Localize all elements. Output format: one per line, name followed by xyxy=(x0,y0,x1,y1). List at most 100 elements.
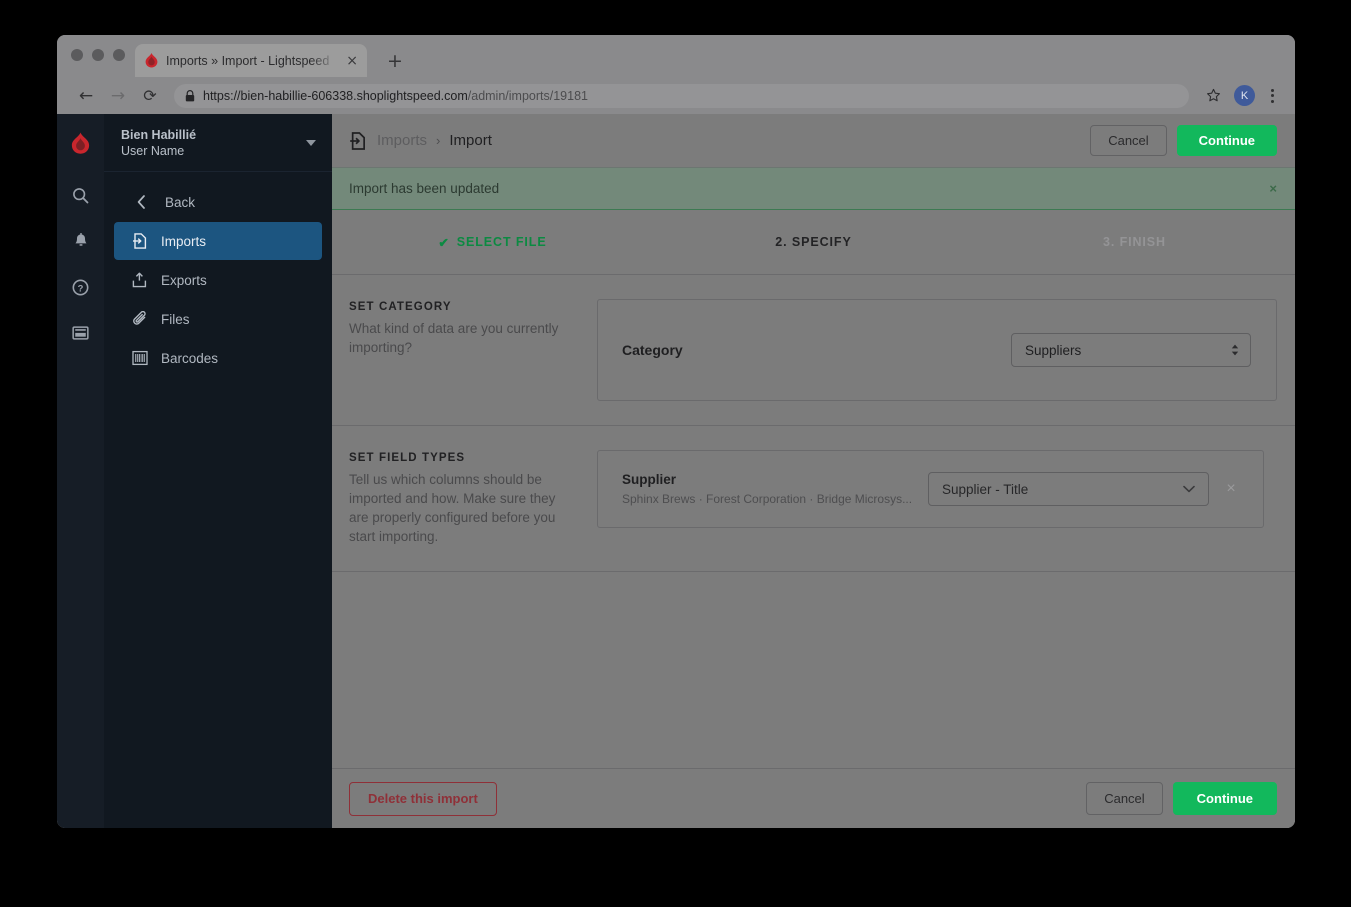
sidebar-item-label: Files xyxy=(161,311,190,327)
step-label: 2. SPECIFY xyxy=(775,235,852,249)
bookmark-star-icon[interactable] xyxy=(1199,83,1227,109)
breadcrumb-separator: › xyxy=(436,133,441,148)
forward-button[interactable]: → xyxy=(102,82,134,110)
sidebar-item-label: Exports xyxy=(161,272,207,288)
lightspeed-flame-icon xyxy=(144,53,158,68)
reload-button[interactable]: ⟳ xyxy=(134,82,166,110)
field-info: Supplier Sphinx Brews · Forest Corporati… xyxy=(622,472,914,506)
field-mapping-value: Supplier - Title xyxy=(942,481,1029,497)
section-set-field-types: SET FIELD TYPES Tell us which columns sh… xyxy=(332,426,1295,572)
sidebar-item-label: Barcodes xyxy=(161,350,219,366)
minimize-window-button[interactable] xyxy=(92,49,104,61)
category-select-value: Suppliers xyxy=(1025,342,1082,358)
sidebar-item-label: Imports xyxy=(161,233,207,249)
sidebar-item-exports[interactable]: Exports xyxy=(114,261,322,299)
shop-name: Bien Habillié xyxy=(121,127,197,142)
sidebar-nav: Back Imports Exports Files Barcodes xyxy=(104,172,332,378)
shop-switcher-text: Bien Habillié User Name xyxy=(121,127,306,159)
continue-button-bottom[interactable]: Continue xyxy=(1172,782,1277,815)
paperclip-icon xyxy=(131,311,148,327)
section-title: SET FIELD TYPES xyxy=(349,452,466,464)
browser-toolbar: ← → ⟳ https://bien-habillie-606338.shopl… xyxy=(57,77,1295,114)
back-button[interactable]: ← xyxy=(70,82,102,110)
browser-tab[interactable]: Imports » Import - Lightspeed × xyxy=(135,44,367,77)
section-description: Tell us which columns should be imported… xyxy=(349,472,556,545)
continue-button-top[interactable]: Continue xyxy=(1176,125,1277,156)
import-file-icon xyxy=(349,131,366,150)
breadcrumb-link-imports[interactable]: Imports xyxy=(377,132,427,149)
close-icon[interactable]: × xyxy=(1269,181,1277,196)
delete-import-button[interactable]: Delete this import xyxy=(349,781,497,816)
step-select-file[interactable]: ✔ SELECT FILE xyxy=(332,235,653,250)
success-alert: Import has been updated × xyxy=(332,168,1295,210)
search-icon[interactable] xyxy=(57,172,104,218)
field-types-panel: Supplier Sphinx Brews · Forest Corporati… xyxy=(597,450,1264,528)
section-header: SET FIELD TYPES Tell us which columns sh… xyxy=(349,450,597,547)
sort-arrows-icon xyxy=(1231,344,1239,356)
address-bar-url: https://bien-habillie-606338.shoplightsp… xyxy=(203,89,588,103)
alert-message: Import has been updated xyxy=(349,181,500,196)
section-title: SET CATEGORY xyxy=(349,301,452,313)
sidebar-item-imports[interactable]: Imports xyxy=(114,222,322,260)
chevron-left-icon xyxy=(133,195,150,209)
remove-field-button[interactable]: × xyxy=(1223,480,1239,498)
breadcrumb: Imports › Import xyxy=(377,132,492,149)
browser-menu-button[interactable] xyxy=(1262,83,1282,109)
section-set-category: SET CATEGORY What kind of data are you c… xyxy=(332,275,1295,426)
category-select[interactable]: Suppliers xyxy=(1011,333,1251,367)
section-body: Category Suppliers xyxy=(597,299,1277,401)
lock-icon xyxy=(185,89,195,102)
barcode-icon xyxy=(131,350,148,366)
icon-rail: ? xyxy=(57,114,104,828)
shop-switcher[interactable]: Bien Habillié User Name xyxy=(104,114,332,172)
page-header: Imports › Import Cancel Continue xyxy=(332,114,1295,168)
url-host: https://bien-habillie-606338.shoplightsp… xyxy=(203,88,468,103)
new-tab-button[interactable]: + xyxy=(387,52,403,71)
field-mapping-select[interactable]: Supplier - Title xyxy=(928,472,1209,506)
svg-text:?: ? xyxy=(78,283,84,294)
section-header: SET CATEGORY What kind of data are you c… xyxy=(349,299,597,401)
section-description: What kind of data are you currently impo… xyxy=(349,321,559,356)
page-title: Import xyxy=(449,132,492,149)
lightspeed-flame-icon[interactable] xyxy=(71,114,90,172)
register-icon[interactable] xyxy=(57,310,104,356)
window-traffic-lights xyxy=(71,49,125,61)
sidebar-item-back[interactable]: Back xyxy=(114,183,322,221)
step-specify[interactable]: 2. SPECIFY xyxy=(653,235,974,249)
cancel-button-bottom[interactable]: Cancel xyxy=(1086,782,1163,815)
help-circle-icon[interactable]: ? xyxy=(57,264,104,310)
step-label: 3. FINISH xyxy=(1103,235,1166,249)
browser-window: Imports » Import - Lightspeed × + ← → ⟳ … xyxy=(57,35,1295,828)
toolbar-right-actions: K xyxy=(1199,83,1282,109)
avatar[interactable]: K xyxy=(1234,85,1255,106)
category-panel: Category Suppliers xyxy=(597,299,1277,401)
main-content: Imports › Import Cancel Continue Import … xyxy=(332,114,1295,828)
user-name: User Name xyxy=(121,143,185,158)
header-actions: Cancel Continue xyxy=(1090,125,1277,156)
chevron-down-icon xyxy=(1183,485,1195,493)
cancel-button-top[interactable]: Cancel xyxy=(1090,125,1167,156)
address-bar[interactable]: https://bien-habillie-606338.shoplightsp… xyxy=(174,83,1189,108)
sidebar-item-label: Back xyxy=(165,194,196,210)
bell-icon[interactable] xyxy=(57,218,104,264)
close-window-button[interactable] xyxy=(71,49,83,61)
url-path: /admin/imports/19181 xyxy=(467,88,588,103)
browser-tab-strip: Imports » Import - Lightspeed × + xyxy=(57,35,1295,77)
sidebar-item-barcodes[interactable]: Barcodes xyxy=(114,339,322,377)
browser-tab-title: Imports » Import - Lightspeed xyxy=(166,53,330,68)
close-tab-button[interactable]: × xyxy=(346,54,358,68)
step-finish: 3. FINISH xyxy=(974,235,1295,249)
check-icon: ✔ xyxy=(438,235,450,250)
field-column-name: Supplier xyxy=(622,472,677,487)
page-viewport: ? Bien Habillié User Name Back Imports E… xyxy=(57,114,1295,828)
category-label: Category xyxy=(622,342,683,358)
category-row: Category Suppliers xyxy=(598,300,1276,400)
footer-actions: Cancel Continue xyxy=(1086,782,1277,815)
wizard-steps: ✔ SELECT FILE 2. SPECIFY 3. FINISH xyxy=(332,210,1295,275)
sidebar-item-files[interactable]: Files xyxy=(114,300,322,338)
sidebar: Bien Habillié User Name Back Imports Exp… xyxy=(104,114,332,828)
field-mapping-row: Supplier Sphinx Brews · Forest Corporati… xyxy=(598,451,1263,527)
maximize-window-button[interactable] xyxy=(113,49,125,61)
step-label: SELECT FILE xyxy=(456,235,547,249)
